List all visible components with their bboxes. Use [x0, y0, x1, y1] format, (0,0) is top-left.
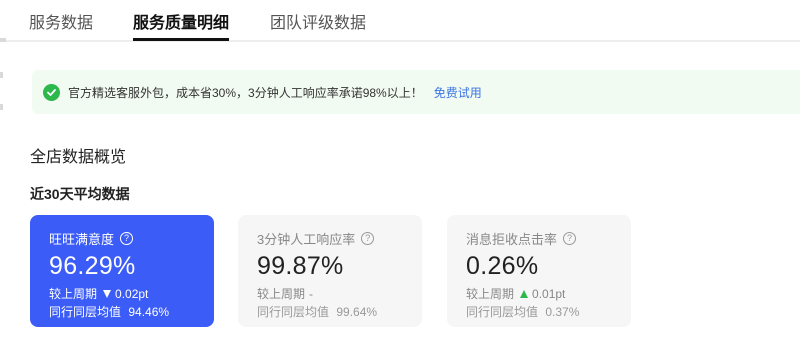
promo-notice-text: 官方精选客服外包，成本省30%，3分钟人工响应率承诺98%以上！ [68, 85, 423, 100]
peer-label: 同行同层均值 [257, 305, 330, 319]
metric-card-3min-response-rate[interactable]: 3分钟人工响应率 ? 99.87% 较上周期 - 同行同层均值 99.64% [238, 215, 422, 327]
metric-card-message-reject-click-rate[interactable]: 消息拒收点击率 ? 0.26% 较上周期 0.01pt 同行同层均值 0.37% [447, 215, 631, 327]
peer-value: 0.37% [545, 305, 580, 319]
tab-service-quality-detail[interactable]: 服务质量明细 [133, 9, 229, 33]
tab-bar-edge [0, 38, 6, 42]
check-circle-icon [43, 83, 60, 101]
active-tab-indicator [133, 38, 229, 41]
metric-value: 99.87% [257, 252, 344, 280]
metric-card-wangwang-satisfaction[interactable]: 旺旺满意度 ? 96.29% 较上周期 0.02pt 同行同层均值 94.46% [30, 215, 214, 327]
tab-service-data[interactable]: 服务数据 [29, 9, 93, 33]
help-icon[interactable]: ? [361, 232, 375, 245]
metric-compare-row: 较上周期 - [257, 285, 313, 302]
compare-label: 较上周期 [257, 287, 306, 301]
side-marker [0, 104, 3, 110]
metric-value: 0.26% [466, 252, 539, 280]
period-subtitle: 近30天平均数据 [30, 186, 130, 202]
promo-notice-bar: 官方精选客服外包，成本省30%，3分钟人工响应率承诺98%以上！ 免费试用 [32, 70, 800, 114]
metric-compare-row: 较上周期 0.02pt [49, 285, 148, 302]
metric-value: 96.29% [49, 252, 136, 280]
section-title: 全店数据概览 [30, 149, 127, 166]
arrow-down-icon [103, 289, 112, 298]
metric-label: 3分钟人工响应率 [257, 232, 356, 247]
compare-value: - [309, 286, 314, 301]
peer-value: 94.46% [128, 305, 170, 319]
compare-label: 较上周期 [466, 287, 515, 301]
side-marker [0, 72, 3, 78]
metric-peer-row: 同行同层均值 94.46% [49, 303, 169, 320]
metric-label-row: 消息拒收点击率 ? [466, 229, 577, 248]
help-icon[interactable]: ? [120, 232, 134, 245]
peer-label: 同行同层均值 [49, 305, 122, 319]
metric-compare-row: 较上周期 0.01pt [466, 285, 565, 302]
arrow-up-icon [520, 289, 529, 298]
metric-label: 消息拒收点击率 [466, 232, 558, 247]
tab-team-rating-data[interactable]: 团队评级数据 [270, 9, 366, 33]
metric-peer-row: 同行同层均值 99.64% [257, 303, 377, 320]
compare-value: 0.02pt [115, 286, 149, 301]
compare-label: 较上周期 [49, 287, 98, 301]
service-quality-page: 服务数据 服务质量明细 团队评级数据 官方精选客服外包，成本省30%，3分钟人工… [0, 0, 800, 340]
help-icon[interactable]: ? [563, 232, 577, 245]
peer-value: 99.64% [336, 305, 378, 319]
peer-label: 同行同层均值 [466, 305, 539, 319]
metric-label-row: 旺旺满意度 ? [49, 229, 134, 248]
metric-peer-row: 同行同层均值 0.37% [466, 303, 579, 320]
compare-value: 0.01pt [532, 286, 566, 301]
metric-label: 旺旺满意度 [49, 232, 115, 247]
tab-bar: 服务数据 服务质量明细 团队评级数据 [0, 0, 800, 42]
free-trial-link[interactable]: 免费试用 [434, 84, 482, 101]
metric-label-row: 3分钟人工响应率 ? [257, 229, 375, 248]
